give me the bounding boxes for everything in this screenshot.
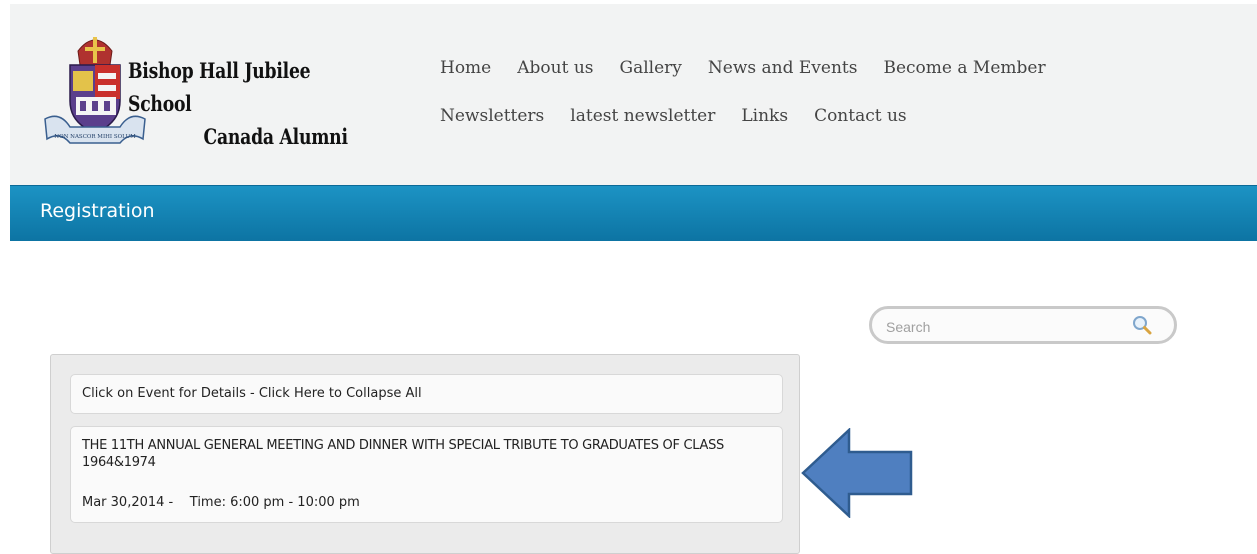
event-title: THE 11TH ANNUAL GENERAL MEETING AND DINN… <box>82 438 724 470</box>
event-date: Mar 30,2014 - <box>82 495 174 510</box>
nav-news-and-events[interactable]: News and Events <box>708 58 858 78</box>
nav-row-1: Home About us Gallery News and Events Be… <box>440 44 1160 92</box>
nav-latest-newsletter[interactable]: latest newsletter <box>570 106 715 126</box>
site-title[interactable]: Bishop Hall Jubilee School Canada Alumni <box>128 54 348 153</box>
search-box <box>869 306 1177 344</box>
site-title-line2: Canada Alumni <box>203 124 348 149</box>
nav-links[interactable]: Links <box>741 106 788 126</box>
collapse-all-bar[interactable]: Click on Event for Details - Click Here … <box>70 374 783 414</box>
nav-home[interactable]: Home <box>440 58 491 78</box>
collapse-all-label: Click on Event for Details - Click Here … <box>82 386 422 401</box>
crest-motto: NON NASCOR MIHI SOLUM <box>54 134 136 140</box>
site-title-line1: Bishop Hall Jubilee School <box>128 58 311 116</box>
magnifier-icon[interactable] <box>1129 312 1155 338</box>
nav-about-us[interactable]: About us <box>517 58 593 78</box>
page-title: Registration <box>40 200 155 222</box>
nav-become-a-member[interactable]: Become a Member <box>883 58 1045 78</box>
nav-newsletters[interactable]: Newsletters <box>440 106 544 126</box>
nav-gallery[interactable]: Gallery <box>620 58 682 78</box>
event-time: Time: 6:00 pm - 10:00 pm <box>189 495 360 510</box>
events-panel: Click on Event for Details - Click Here … <box>50 354 800 554</box>
event-datetime: Mar 30,2014 - Time: 6:00 pm - 10:00 pm <box>82 495 360 510</box>
site-header: NON NASCOR MIHI SOLUM Bishop Hall Jubile… <box>10 4 1257 185</box>
page-title-banner: Registration <box>10 185 1257 241</box>
nav-contact-us[interactable]: Contact us <box>814 106 907 126</box>
nav-row-2: Newsletters latest newsletter Links Cont… <box>440 92 1160 140</box>
search-input[interactable] <box>884 316 1128 338</box>
left-arrow-annotation <box>801 428 913 518</box>
event-item[interactable]: THE 11TH ANNUAL GENERAL MEETING AND DINN… <box>70 426 783 523</box>
main-nav: Home About us Gallery News and Events Be… <box>440 44 1160 140</box>
